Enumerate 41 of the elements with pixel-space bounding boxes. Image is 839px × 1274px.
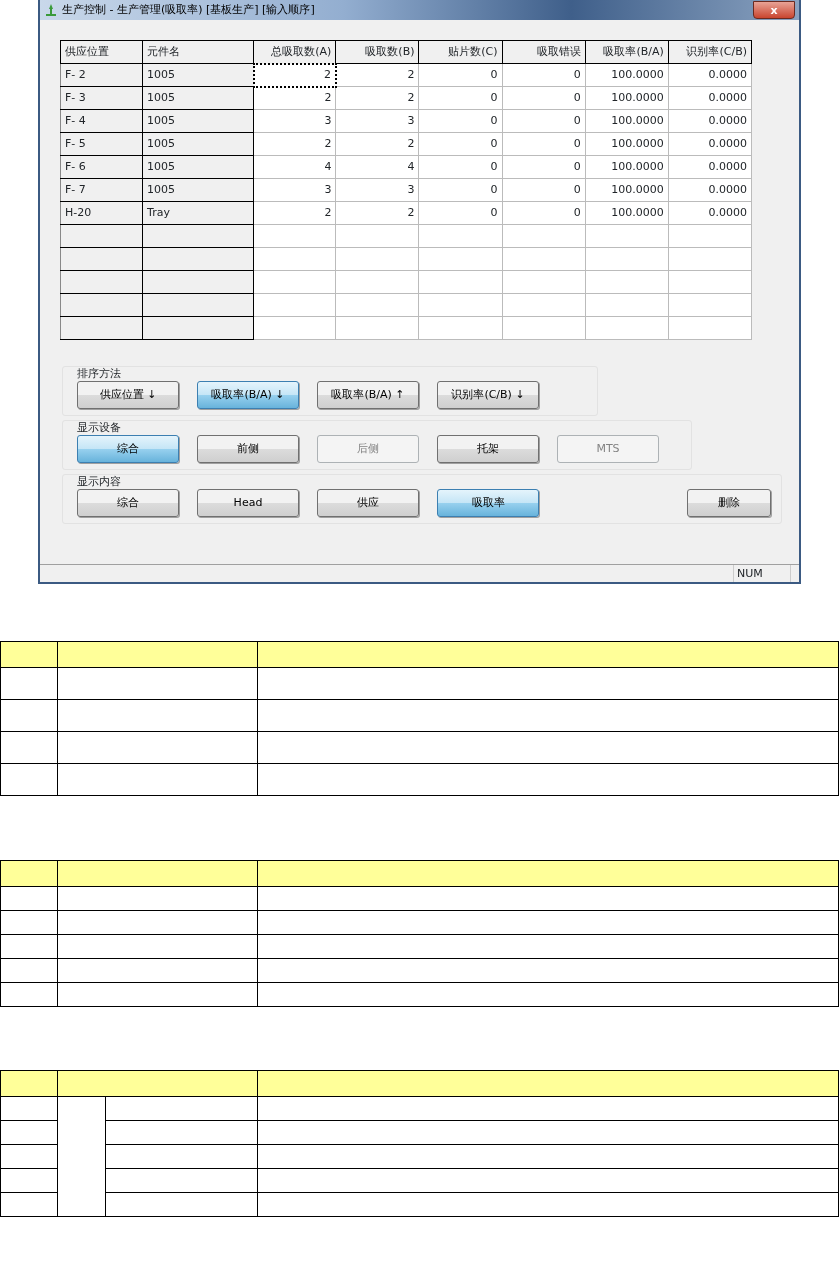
table-cell: 1005: [142, 178, 254, 202]
toggle-button[interactable]: 综合: [77, 489, 179, 517]
table-cell: F- 2: [60, 63, 143, 87]
toggle-button[interactable]: 供应: [317, 489, 419, 517]
table-cell: 1005: [142, 132, 254, 156]
table-cell: F- 7: [60, 178, 143, 202]
group-label: 排序方法: [77, 367, 122, 381]
toggle-button[interactable]: 托架: [437, 435, 539, 463]
table-cell: Tray: [142, 201, 254, 225]
table-cell: 2: [253, 63, 336, 87]
column-header: 吸取率(B/A): [585, 40, 669, 64]
toggle-button[interactable]: Head: [197, 489, 299, 517]
column-header: 吸取数(B): [335, 40, 419, 64]
table-cell: H-20: [60, 201, 143, 225]
table-cell: F- 6: [60, 155, 143, 179]
table-cell: 1005: [142, 86, 254, 110]
table-cell: 1005: [142, 63, 254, 87]
table-cell: 1005: [142, 109, 254, 133]
group-label: 显示设备: [77, 421, 122, 435]
table-cell: F- 4: [60, 109, 143, 133]
toggle-button[interactable]: 吸取率(B/A) ↓: [197, 381, 299, 409]
group-label: 显示内容: [77, 475, 122, 489]
window-title: 生产控制 - 生产管理(吸取率) [基板生产] [输入顺序]: [62, 1, 315, 18]
table-cell: 1005: [142, 155, 254, 179]
column-header: 识别率(C/B): [668, 40, 752, 64]
app-icon: [44, 3, 58, 17]
toggle-button[interactable]: 识别率(C/B) ↓: [437, 381, 539, 409]
toggle-button[interactable]: 前侧: [197, 435, 299, 463]
table-cell: F- 5: [60, 132, 143, 156]
column-header: 供应位置: [60, 40, 143, 64]
toggle-button[interactable]: 综合: [77, 435, 179, 463]
toggle-button[interactable]: 吸取率: [437, 489, 539, 517]
status-indicator: NUM: [733, 565, 791, 582]
column-header: 元件名: [142, 40, 254, 64]
table-cell: F- 3: [60, 86, 143, 110]
column-header: 吸取错误: [502, 40, 586, 64]
column-header: 贴片数(C): [419, 40, 503, 64]
toggle-button[interactable]: 供应位置 ↓: [77, 381, 179, 409]
delete-button[interactable]: 删除: [687, 489, 771, 517]
toggle-button[interactable]: 吸取率(B/A) ↑: [317, 381, 419, 409]
column-header: 总吸取数(A): [253, 40, 336, 64]
